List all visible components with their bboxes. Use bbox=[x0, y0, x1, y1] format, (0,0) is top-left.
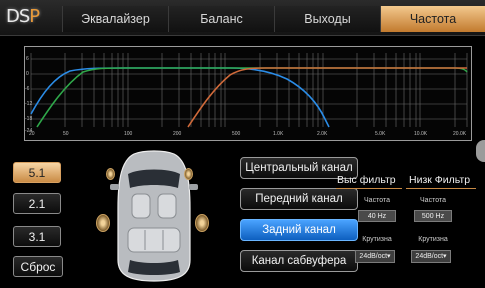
x-tick: 500 bbox=[232, 131, 241, 137]
x-tick: 2.0K bbox=[317, 131, 328, 137]
lpf-freq-field[interactable]: 500 Hz bbox=[414, 210, 452, 222]
hpf-slope-label: Крутизна bbox=[362, 236, 392, 243]
x-tick: 100 bbox=[124, 131, 133, 137]
hpf-underline bbox=[336, 188, 402, 189]
tab-balance[interactable]: Баланс bbox=[168, 6, 274, 32]
reset-button[interactable]: Сброс bbox=[13, 256, 63, 277]
preset-5-1-button[interactable]: 5.1 bbox=[13, 162, 61, 183]
curve-green bbox=[36, 67, 468, 128]
x-tick: 5.0K bbox=[375, 131, 386, 137]
y-tick: -12 bbox=[25, 101, 33, 107]
hpf-freq-field[interactable]: 40 Hz bbox=[358, 210, 396, 222]
x-tick: 10.0K bbox=[414, 131, 428, 137]
tab-outputs[interactable]: Выходы bbox=[274, 6, 380, 32]
x-tick: 200 bbox=[173, 131, 182, 137]
lpf-freq-label: Частота bbox=[420, 197, 446, 204]
right-speaker-icon bbox=[195, 214, 209, 232]
x-tick: 20 bbox=[29, 131, 35, 137]
left-speaker-icon bbox=[96, 214, 110, 232]
side-panel-handle[interactable] bbox=[476, 140, 485, 162]
top-bar: DSP Эквалайзер Баланс Выходы Частота bbox=[0, 0, 485, 36]
logo-text: DS bbox=[6, 6, 30, 27]
preset-3-1-button[interactable]: 3.1 bbox=[13, 226, 61, 247]
preset-2-1-button[interactable]: 2.1 bbox=[13, 193, 61, 214]
front-left-speaker-icon bbox=[106, 168, 115, 180]
rear-channel-button[interactable]: Задний канал bbox=[240, 219, 358, 241]
lpf-slope-select[interactable]: 24dB/oct▾ bbox=[411, 250, 451, 263]
frequency-response-graph: 6 0 -6 -12 -18 -24 20 50 100 200 500 1.0… bbox=[24, 46, 472, 141]
car-top-view bbox=[94, 148, 214, 284]
curve-orange bbox=[187, 67, 467, 128]
lpf-underline bbox=[406, 188, 476, 189]
subwoofer-channel-button[interactable]: Канал сабвуфера bbox=[240, 250, 358, 272]
hpf-freq-label: Частота bbox=[364, 197, 390, 204]
dsp-logo: DSP bbox=[6, 6, 62, 32]
hpf-title: Выс фильтр bbox=[337, 174, 396, 186]
front-channel-button[interactable]: Передний канал bbox=[240, 188, 358, 210]
y-tick: 0 bbox=[26, 71, 29, 77]
tab-equalizer[interactable]: Эквалайзер bbox=[62, 6, 168, 32]
front-right-speaker-icon bbox=[184, 168, 193, 180]
y-tick: 6 bbox=[26, 56, 29, 62]
lpf-title: Низк Фильтр bbox=[409, 174, 471, 186]
lpf-slope-label: Крутизна bbox=[418, 236, 448, 243]
y-tick: -18 bbox=[25, 116, 33, 122]
x-tick: 50 bbox=[63, 131, 69, 137]
graph-grid bbox=[30, 53, 468, 127]
tab-frequency[interactable]: Частота bbox=[380, 6, 485, 32]
x-tick: 20.0K bbox=[453, 131, 467, 137]
y-tick: -6 bbox=[25, 86, 30, 92]
graph-canvas bbox=[30, 53, 468, 128]
hpf-slope-select[interactable]: 24dB/oct▾ bbox=[355, 250, 395, 263]
x-tick: 1.0K bbox=[273, 131, 284, 137]
logo-accent: P bbox=[29, 6, 40, 27]
